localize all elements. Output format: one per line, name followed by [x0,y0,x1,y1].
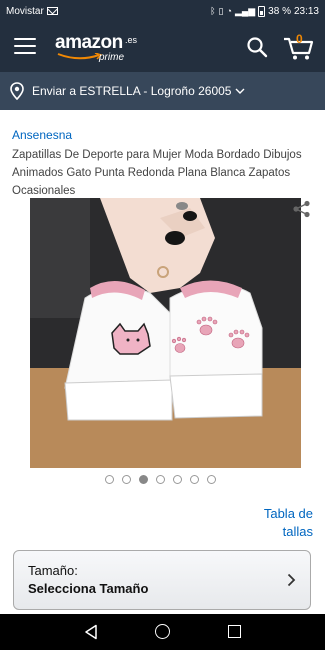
delivery-location-bar[interactable]: Enviar a ESTRELLA - Logroño 26005 [0,72,325,110]
signal-icon: ▂▄▆ [234,5,256,16]
carrier-name: Movistar [6,5,44,17]
recent-apps-icon[interactable] [228,625,241,638]
carousel-dot[interactable] [105,475,114,484]
back-icon[interactable] [84,624,98,640]
chevron-down-icon [235,88,245,94]
logo-text: amazon [55,32,123,53]
carousel-dot[interactable] [173,475,182,484]
mail-notification-icon [46,7,58,15]
app-header: amazon .es prime 0 [0,22,325,72]
hamburger-menu-icon[interactable] [14,38,36,55]
brand-link[interactable]: Ansenesna [12,128,72,142]
carousel-dot[interactable] [139,475,148,484]
carousel-dot[interactable] [156,475,165,484]
status-bar: Movistar ᛒ ▯ ◔ ▂▄▆ 38 % 23:13 [0,0,325,22]
cart-button[interactable]: 0 [282,32,314,61]
battery-percent: 38 % [268,5,291,17]
clock: 23:13 [293,5,319,17]
size-chart-line1: Tabla de [263,506,313,521]
product-image[interactable] [30,198,301,468]
product-photo [30,198,301,468]
wifi-icon: ◔ [226,6,232,16]
home-icon[interactable] [155,624,170,639]
size-label: Tamaño: [28,563,78,578]
logo-prime-text: prime [99,52,125,63]
size-value: Selecciona Tamaño [28,581,149,596]
image-carousel-dots[interactable] [105,475,216,484]
chevron-right-icon [287,573,296,587]
system-navigation-bar [0,614,325,650]
size-chart-line2: tallas [282,524,313,539]
share-icon[interactable] [292,200,312,218]
amazon-prime-logo[interactable]: amazon .es prime [55,32,137,63]
carousel-dot[interactable] [190,475,199,484]
size-chart-link[interactable]: Tabla de tallas [264,505,313,541]
search-icon[interactable] [246,36,268,58]
carousel-dot[interactable] [122,475,131,484]
vibrate-icon: ▯ [218,5,224,16]
battery-icon [258,5,266,17]
bluetooth-icon: ᛒ [210,6,216,16]
cart-count-badge: 0 [296,32,303,46]
delivery-address: Enviar a ESTRELLA - Logroño 26005 [32,84,232,98]
size-dropdown[interactable]: Tamaño: Selecciona Tamaño [13,550,311,610]
location-pin-icon [10,82,24,100]
product-title: Zapatillas De Deporte para Mujer Moda Bo… [12,149,302,197]
logo-tld: .es [125,35,138,45]
carousel-dot[interactable] [207,475,216,484]
logo-smile-icon [57,53,103,60]
